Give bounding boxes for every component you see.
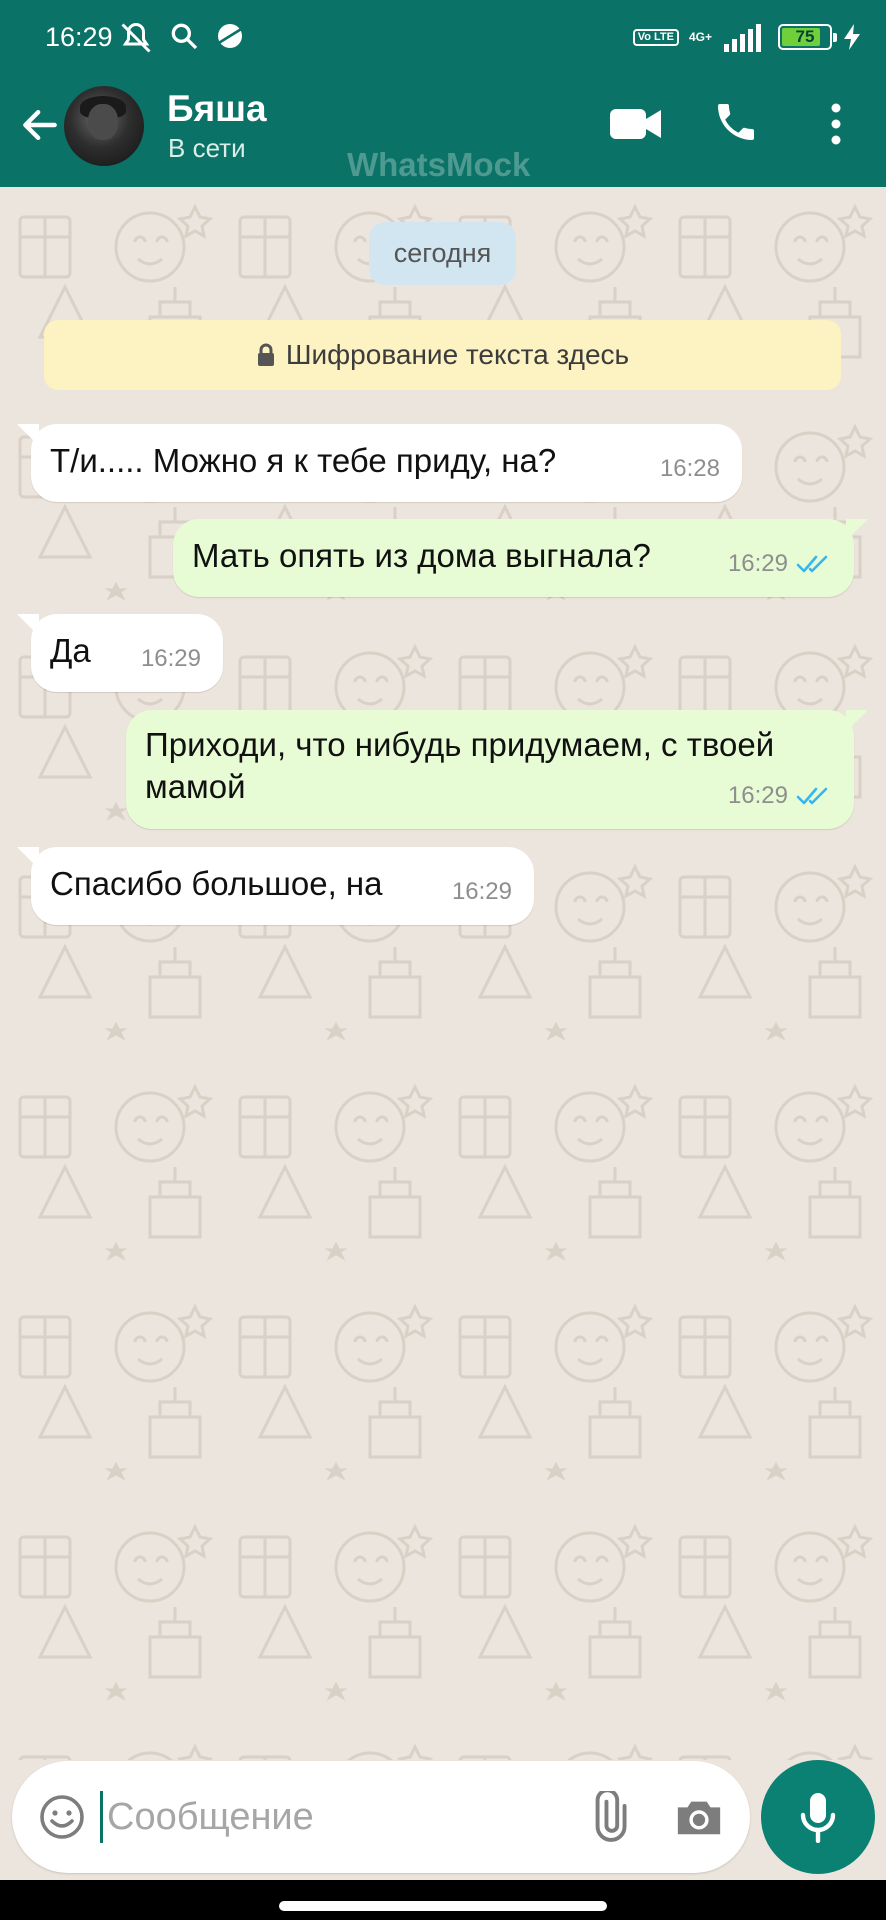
message-time: 16:29 xyxy=(451,878,512,905)
more-options-icon[interactable] xyxy=(823,102,849,146)
encryption-notice-text: Шифрование текста здесь xyxy=(285,339,630,370)
charging-bolt-icon xyxy=(844,24,860,50)
read-receipt-icon xyxy=(796,555,828,573)
message-time: 16:28 xyxy=(659,455,720,482)
contact-name[interactable]: Бяша xyxy=(167,88,267,130)
network-type: 4G+ xyxy=(688,30,712,44)
contact-status: В сети xyxy=(168,133,246,163)
message-text: Да xyxy=(50,632,91,669)
volte-badge: Vo LTE xyxy=(632,28,679,46)
message-composer[interactable] xyxy=(12,1761,750,1873)
home-gesture-handle[interactable] xyxy=(279,1901,607,1911)
date-chip: сегодня xyxy=(369,222,516,285)
message-time: 16:29 xyxy=(727,782,788,809)
status-icons-right: Vo LTE 4G+ 75 xyxy=(632,22,862,52)
signal-icon xyxy=(724,24,761,52)
message-incoming[interactable]: Спасибо большое, на 16:29 xyxy=(17,847,534,925)
message-text-line: Приходи, что нибудь придумаем, с твоей xyxy=(145,726,775,763)
avatar[interactable] xyxy=(64,86,144,166)
lock-icon xyxy=(257,343,274,366)
message-outgoing[interactable]: Мать опять из дома выгнала? 16:29 xyxy=(173,519,868,597)
text-caret xyxy=(100,1791,103,1843)
emoji-icon[interactable] xyxy=(38,1793,86,1841)
planet-icon xyxy=(218,24,242,48)
status-time: 16:29 xyxy=(45,22,113,52)
message-time: 16:29 xyxy=(727,550,788,577)
battery-indicator: 75 xyxy=(778,24,837,50)
status-icons-left xyxy=(118,20,246,56)
chat-wallpaper-pattern xyxy=(0,187,886,1760)
back-arrow-icon[interactable] xyxy=(18,103,62,147)
watermark: WhatsMock xyxy=(347,146,531,183)
message-time: 16:29 xyxy=(140,645,201,672)
chat-area[interactable]: сегодня Шифрование текста здесь Т/и.....… xyxy=(0,187,886,1760)
camera-icon[interactable] xyxy=(674,1795,724,1839)
system-navigation-bar xyxy=(0,1880,886,1920)
read-receipt-icon xyxy=(796,787,828,805)
message-outgoing[interactable]: Приходи, что нибудь придумаем, с твоей м… xyxy=(126,710,868,829)
message-text: Спасибо большое, на xyxy=(50,865,383,902)
video-call-icon[interactable] xyxy=(608,104,664,144)
header-bar: 16:29 Vo LTE 4G+ 75 Бяша В сети WhatsMoc… xyxy=(0,0,886,187)
message-text: Т/и..... Можно я к тебе приду, на? xyxy=(50,442,557,479)
microphone-button[interactable] xyxy=(761,1760,875,1874)
mute-bell-icon xyxy=(121,22,151,53)
message-text-line: мамой xyxy=(145,768,246,805)
message-incoming[interactable]: Т/и..... Можно я к тебе приду, на? 16:28 xyxy=(17,424,742,502)
phone-call-icon[interactable] xyxy=(712,98,760,146)
paperclip-icon[interactable] xyxy=(582,1791,634,1843)
microphone-icon xyxy=(800,1793,836,1843)
search-icon xyxy=(171,23,198,50)
battery-level: 75 xyxy=(795,27,815,46)
message-input[interactable] xyxy=(107,1787,547,1847)
message-text: Мать опять из дома выгнала? xyxy=(192,537,651,574)
message-incoming[interactable]: Да 16:29 xyxy=(17,614,223,692)
encryption-notice[interactable]: Шифрование текста здесь xyxy=(44,320,841,390)
